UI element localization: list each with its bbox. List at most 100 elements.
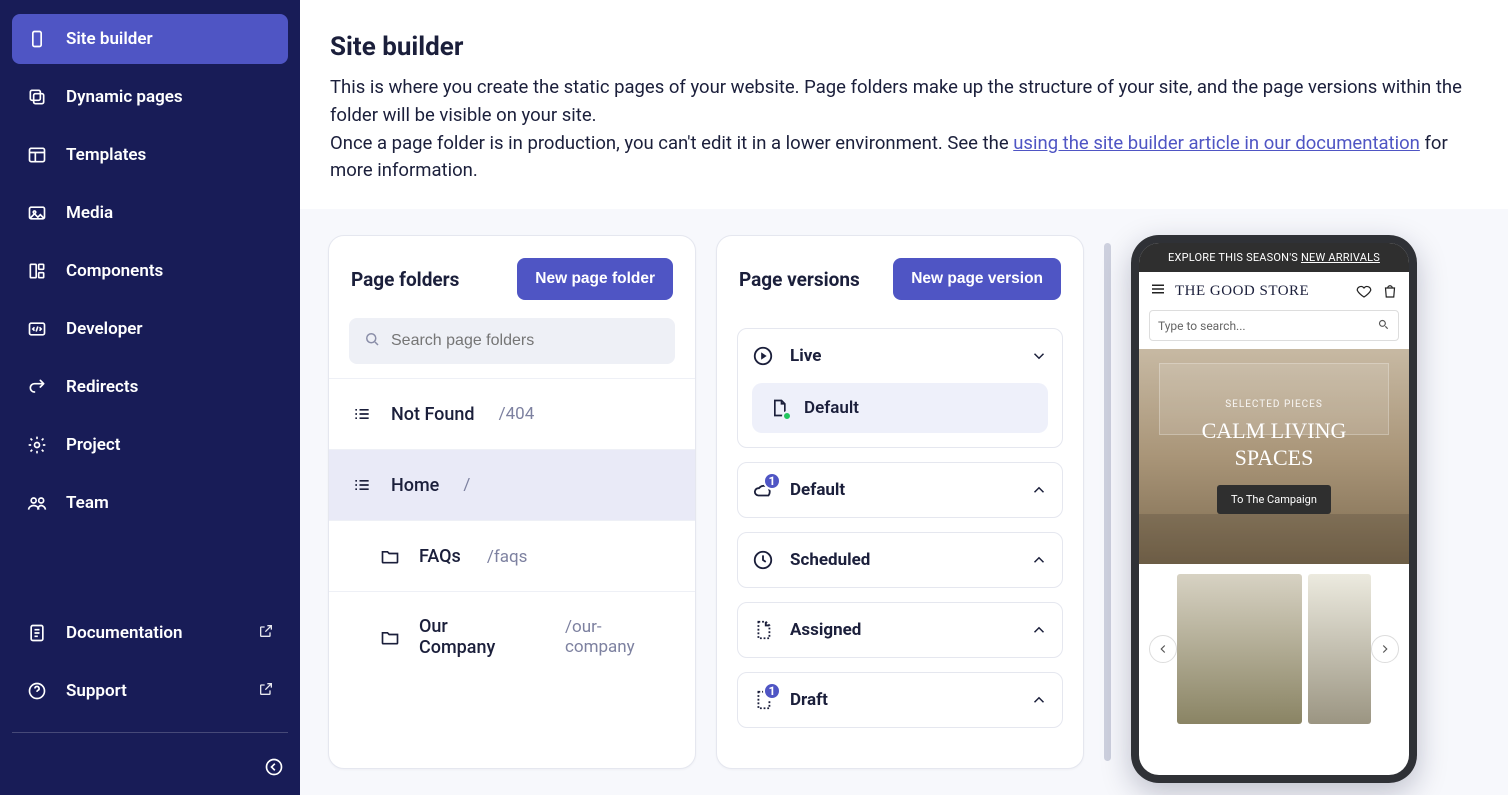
page-title: Site builder bbox=[330, 32, 1478, 62]
new-page-folder-button[interactable]: New page folder bbox=[517, 258, 673, 300]
sidebar-item-media[interactable]: Media bbox=[12, 188, 288, 238]
sidebar-nav: Site builder Dynamic pages Templates Med… bbox=[12, 14, 288, 528]
version-header-default[interactable]: 1 Default bbox=[738, 463, 1062, 517]
sidebar-item-label: Redirects bbox=[66, 377, 138, 397]
folder-name: Home bbox=[391, 475, 439, 496]
bag-icon[interactable] bbox=[1381, 282, 1399, 300]
chevron-up-icon bbox=[1030, 621, 1048, 639]
panel-title: Page folders bbox=[351, 268, 459, 291]
sidebar-item-dynamic-pages[interactable]: Dynamic pages bbox=[12, 72, 288, 122]
search-placeholder: Type to search... bbox=[1158, 319, 1246, 333]
carousel-prev-button[interactable] bbox=[1149, 635, 1177, 663]
docs-link[interactable]: using the site builder article in our do… bbox=[1013, 132, 1420, 154]
version-header-draft[interactable]: 1 Draft bbox=[738, 673, 1062, 727]
version-item-live: Live Default bbox=[737, 328, 1063, 448]
hero-cta-button[interactable]: To The Campaign bbox=[1217, 485, 1331, 514]
sidebar-item-label: Templates bbox=[66, 145, 146, 165]
sidebar-item-support[interactable]: Support bbox=[12, 666, 288, 716]
version-header-live[interactable]: Live bbox=[738, 329, 1062, 383]
status-dot-icon bbox=[782, 411, 792, 421]
folder-list: Not Found /404 Home / bbox=[329, 378, 695, 682]
page-description-1: This is where you create the static page… bbox=[330, 74, 1478, 130]
sidebar-item-label: Project bbox=[66, 435, 120, 455]
product-thumb[interactable] bbox=[1177, 574, 1302, 724]
promo-bar: EXPLORE THIS SEASON'S NEW ARRIVALS bbox=[1139, 243, 1409, 272]
chevron-up-icon bbox=[1030, 481, 1048, 499]
play-icon bbox=[752, 345, 774, 367]
folder-item-faqs[interactable]: FAQs /faqs bbox=[329, 520, 695, 591]
hero-subtitle: SELECTED PIECES bbox=[1225, 399, 1323, 410]
components-icon bbox=[26, 260, 48, 282]
scrollbar[interactable] bbox=[1104, 243, 1111, 761]
folder-path: / bbox=[463, 475, 470, 495]
sidebar-item-label: Site builder bbox=[66, 29, 153, 49]
folder-item-not-found[interactable]: Not Found /404 bbox=[329, 378, 695, 449]
preview-search[interactable]: Type to search... bbox=[1149, 310, 1399, 341]
count-badge: 1 bbox=[763, 472, 781, 490]
page-description-2: Once a page folder is in production, you… bbox=[330, 130, 1478, 186]
page-icon bbox=[768, 397, 790, 419]
hero: SELECTED PIECES CALM LIVINGSPACES To The… bbox=[1139, 349, 1409, 564]
store-title: THE GOOD STORE bbox=[1175, 283, 1347, 300]
heart-icon[interactable] bbox=[1355, 282, 1373, 300]
version-name: Scheduled bbox=[790, 550, 1014, 570]
version-sub-default[interactable]: Default bbox=[752, 383, 1048, 433]
sidebar-item-site-builder[interactable]: Site builder bbox=[12, 14, 288, 64]
sidebar-item-developer[interactable]: Developer bbox=[12, 304, 288, 354]
menu-icon[interactable] bbox=[1149, 280, 1167, 302]
version-item-draft: 1 Draft bbox=[737, 672, 1063, 728]
panel-title: Page versions bbox=[739, 268, 860, 291]
folder-path: /faqs bbox=[487, 547, 528, 567]
sidebar-item-label: Components bbox=[66, 261, 163, 281]
version-header-assigned[interactable]: Assigned bbox=[738, 603, 1062, 657]
page-dashed-icon: 1 bbox=[752, 689, 774, 711]
page-versions-panel: Page versions New page version Live bbox=[716, 235, 1084, 769]
chevron-up-icon bbox=[1030, 691, 1048, 709]
version-list: Live Default bbox=[717, 318, 1083, 748]
phone-frame: EXPLORE THIS SEASON'S NEW ARRIVALS THE G… bbox=[1131, 235, 1417, 783]
carousel-next-button[interactable] bbox=[1371, 635, 1399, 663]
product-thumb[interactable] bbox=[1308, 574, 1371, 724]
version-item-assigned: Assigned bbox=[737, 602, 1063, 658]
main: Site builder This is where you create th… bbox=[300, 0, 1508, 795]
code-icon bbox=[26, 318, 48, 340]
image-icon bbox=[26, 202, 48, 224]
search-page-folders[interactable] bbox=[349, 318, 675, 364]
version-item-default: 1 Default bbox=[737, 462, 1063, 518]
collapse-sidebar-button[interactable] bbox=[260, 753, 288, 781]
page-dashed-icon bbox=[752, 619, 774, 641]
help-icon bbox=[26, 680, 48, 702]
layout-icon bbox=[26, 144, 48, 166]
folder-item-home[interactable]: Home / bbox=[329, 449, 695, 520]
list-icon bbox=[351, 403, 373, 425]
version-sub-label: Default bbox=[804, 398, 859, 418]
sidebar-item-label: Team bbox=[66, 493, 109, 513]
sidebar-item-documentation[interactable]: Documentation bbox=[12, 608, 288, 658]
folder-item-our-company[interactable]: Our Company /our-company bbox=[329, 591, 695, 682]
divider bbox=[12, 732, 288, 733]
sidebar-item-team[interactable]: Team bbox=[12, 478, 288, 528]
phone-screen: EXPLORE THIS SEASON'S NEW ARRIVALS THE G… bbox=[1139, 243, 1409, 775]
sidebar-item-templates[interactable]: Templates bbox=[12, 130, 288, 180]
sidebar-item-components[interactable]: Components bbox=[12, 246, 288, 296]
redirect-icon bbox=[26, 376, 48, 398]
gear-icon bbox=[26, 434, 48, 456]
folder-path: /our-company bbox=[565, 617, 655, 657]
promo-link[interactable]: NEW ARRIVALS bbox=[1301, 251, 1380, 264]
search-input[interactable] bbox=[391, 332, 661, 350]
sidebar-item-label: Support bbox=[66, 681, 127, 701]
new-page-version-button[interactable]: New page version bbox=[893, 258, 1061, 300]
sidebar-item-redirects[interactable]: Redirects bbox=[12, 362, 288, 412]
list-icon bbox=[351, 474, 373, 496]
sidebar: Site builder Dynamic pages Templates Med… bbox=[0, 0, 300, 795]
folder-icon bbox=[379, 626, 401, 648]
count-badge: 1 bbox=[763, 682, 781, 700]
external-link-icon bbox=[258, 681, 274, 702]
version-header-scheduled[interactable]: Scheduled bbox=[738, 533, 1062, 587]
version-item-scheduled: Scheduled bbox=[737, 532, 1063, 588]
folder-path: /404 bbox=[499, 404, 535, 424]
version-name: Draft bbox=[790, 690, 1014, 710]
version-name: Default bbox=[790, 480, 1014, 500]
preview-pane: EXPLORE THIS SEASON'S NEW ARRIVALS THE G… bbox=[1131, 235, 1480, 769]
sidebar-item-project[interactable]: Project bbox=[12, 420, 288, 470]
